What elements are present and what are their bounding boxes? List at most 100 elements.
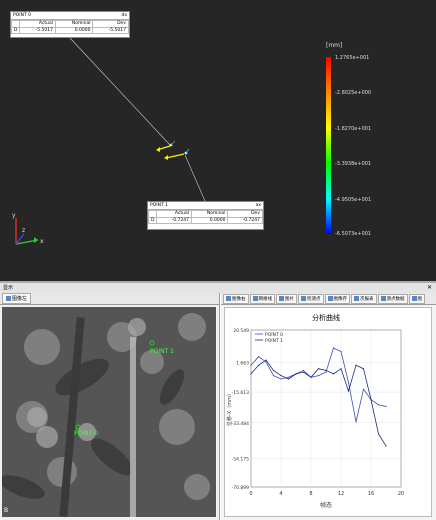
data-point-series-0 [385, 405, 387, 408]
close-icon[interactable]: ✕ [427, 284, 432, 291]
callout-title: POINT 1 [150, 203, 168, 208]
plot-frame [250, 329, 402, 488]
data-point-series-1 [347, 390, 350, 392]
marker-label-point-1: POINT 1 [150, 348, 174, 355]
data-point-series-0 [265, 361, 267, 363]
point-1-marker[interactable] [164, 148, 190, 160]
data-point-series-0 [340, 350, 342, 353]
legend-label-0: POINT 0 [265, 332, 283, 338]
data-point-series-0 [272, 374, 275, 377]
legend-tick: -3.3938e+001 [335, 161, 372, 167]
y-tick-label: -15.613 [232, 390, 250, 396]
callout-table: Actual Nominal Dev D -5.5017 0.0000 -5.5… [10, 20, 129, 34]
axis-triad-icon: y z x [12, 212, 44, 245]
legend-tick: -1.8270e+001 [335, 126, 372, 132]
data-point-series-1 [340, 368, 342, 370]
dev-value: -0.7247 [227, 216, 263, 224]
chart-tab-1[interactable]: 网格线 [249, 293, 275, 304]
data-point-series-1 [287, 378, 290, 380]
x-axis-label: 帧态 [320, 501, 332, 509]
analysis-chart: 0 4 8 12 16 20 20.549 1.663 -15.613 -33.484 -54.17… [226, 313, 404, 509]
data-point-series-0 [302, 369, 305, 372]
panel-title: 显示 [3, 285, 14, 291]
tab-label: 图像左 [12, 296, 28, 302]
chart-tab-4[interactable]: 图像存 [324, 293, 350, 304]
triad-label-z: z [22, 227, 25, 234]
legend-tick: -2.8025e+000 [335, 90, 372, 96]
x-tick-label: 12 [338, 491, 344, 497]
tab-icon [354, 296, 359, 301]
tab-label: 网格线 [258, 296, 273, 302]
tab-icon [301, 296, 306, 301]
callout-table: Actual Nominal Dev D -0.7247 0.0000 -0.7… [147, 210, 263, 224]
chart-tab-5[interactable]: 次报表 [351, 293, 377, 304]
tab-icon [380, 296, 386, 301]
chart-toolbar: 图像右 网格线 图片 检测点 图像存 次报表 测点数据 图 [221, 293, 436, 305]
data-point-series-1 [257, 364, 260, 366]
nominal-value: 0.0000 [190, 216, 229, 224]
tab-label: 测点数据 [386, 296, 405, 302]
chart-area[interactable]: 0 4 8 12 16 20 20.549 1.663 -15.613 -33.484 -54.17… [224, 307, 432, 517]
data-point-series-1 [362, 368, 365, 370]
camera-photo: POINT 1 POINT 0 B [2, 307, 216, 517]
tab-icon [327, 296, 333, 301]
legend-tick: -6.5073e+001 [335, 231, 372, 237]
y-tick-label: -54.175 [232, 456, 250, 462]
chart-tab-7[interactable]: 图 [408, 293, 425, 304]
y-axis-label: 位移-X（mm） [226, 391, 233, 426]
chart-panel: 图像右 网格线 图片 检测点 图像存 次报表 测点数据 图 0 4 8 12 16 20 20.549 1.… [221, 293, 436, 520]
y-tick-label: 1.663 [236, 360, 249, 366]
actual-value: -5.5017 [19, 26, 56, 34]
data-point-series-0 [280, 378, 282, 380]
data-point-series-0 [347, 381, 350, 384]
tab-label: 图像存 [333, 296, 348, 302]
x-tick-label: 20 [398, 491, 404, 497]
tab-label: 图 [417, 296, 423, 302]
bottom-panels: 图像左 POINT 1 POINT 0 B 图像右 网格线 图片 检测点 图像存… [0, 293, 436, 520]
callout-point-1[interactable]: POINT 1 ax Actual Nominal Dev D -0.7247 … [147, 201, 264, 230]
data-point-series-1 [280, 374, 282, 377]
marker-label-point-0: POINT 0 [74, 430, 98, 437]
data-point-series-0 [362, 388, 365, 390]
data-point-series-0 [325, 371, 327, 373]
chart-tab-3[interactable]: 检测点 [298, 293, 324, 304]
chart-tab-0[interactable]: 图像右 [223, 293, 249, 304]
callout-flag: ax [255, 203, 261, 208]
data-point-series-0 [355, 421, 357, 423]
callout-flag: dx [121, 13, 127, 18]
actual-value: -0.7247 [156, 216, 192, 224]
tab-camera-left[interactable]: 图像左 [2, 293, 32, 304]
chart-title: 分析曲线 [312, 313, 340, 322]
data-point-series-1 [310, 376, 312, 378]
color-legend: [mm] 1.2765e+001 -2.8025e+000 -1.8270e+0… [320, 42, 420, 242]
data-point-series-0 [250, 364, 252, 366]
y-tick-label: 20.549 [233, 328, 249, 334]
data-point-series-0 [257, 356, 260, 358]
y-tick-label: -70.899 [232, 485, 250, 491]
nominal-value: 0.0000 [54, 26, 94, 34]
chart-tab-2[interactable]: 图片 [276, 293, 297, 304]
callout-point-0[interactable]: POINT 0 dx Actual Nominal Dev D -5.5017 … [10, 11, 130, 38]
leader-line-point-0 [69, 37, 171, 146]
camera-tab-strip: 图像左 [0, 293, 219, 305]
data-point-series-1 [295, 373, 297, 375]
data-point-series-1 [302, 371, 305, 373]
data-point-series-1 [272, 369, 275, 372]
data-point-series-1 [325, 369, 327, 372]
triad-label-x: x [40, 238, 44, 245]
row-axis: D [147, 216, 158, 224]
tab-icon [252, 296, 258, 301]
data-point-series-0 [377, 404, 380, 406]
data-point-series-1 [250, 373, 252, 375]
3d-viewport[interactable]: POINT 0 dx Actual Nominal Dev D -5.5017 … [0, 0, 436, 281]
tab-label: 次报表 [360, 296, 374, 302]
point-0-marker[interactable] [156, 140, 176, 152]
camera-image[interactable]: POINT 1 POINT 0 B [2, 307, 216, 517]
camera-panel: 图像左 POINT 1 POINT 0 B [0, 293, 220, 520]
tab-label: 检测点 [307, 296, 321, 302]
data-point-series-1 [317, 368, 320, 370]
data-point-series-1 [355, 364, 357, 366]
tab-icon [279, 296, 284, 301]
tab-label: 图片 [285, 296, 294, 302]
chart-tab-6[interactable]: 测点数据 [377, 293, 408, 304]
